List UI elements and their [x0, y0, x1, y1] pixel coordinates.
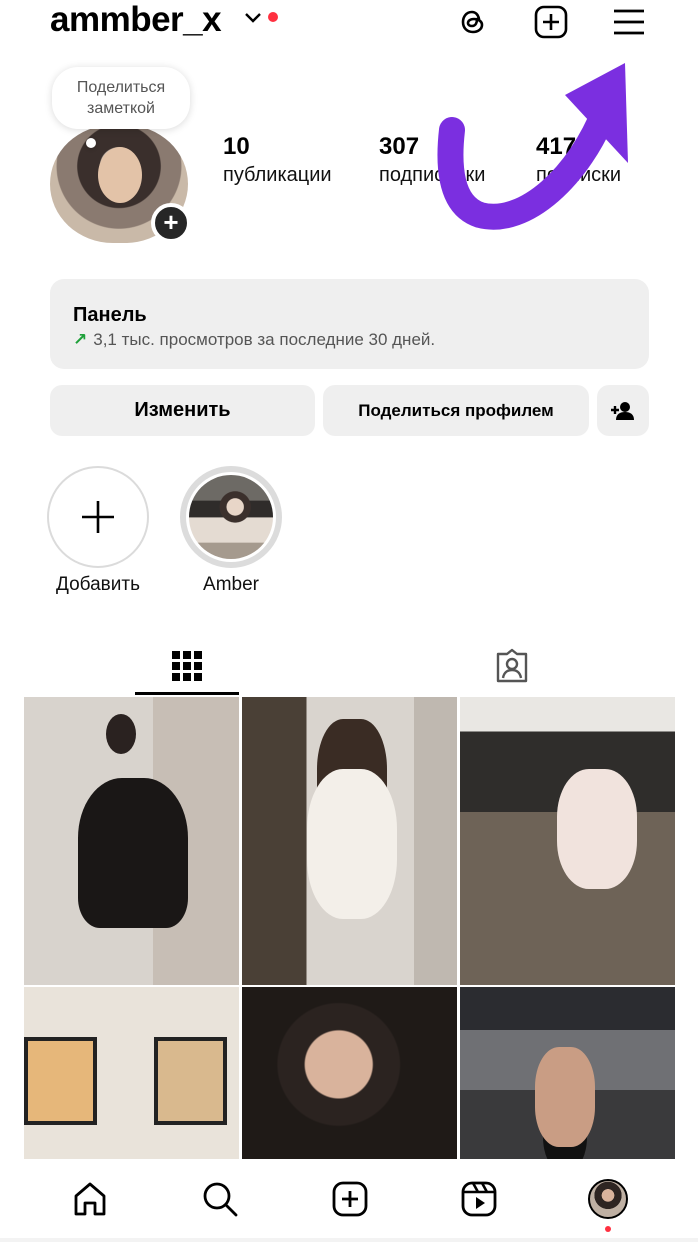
post-thumbnail[interactable]	[460, 697, 675, 985]
create-icon[interactable]	[328, 1177, 372, 1221]
search-icon[interactable]	[198, 1177, 242, 1221]
home-icon[interactable]	[68, 1177, 112, 1221]
stat-posts-value: 10	[223, 133, 250, 160]
profile-avatar[interactable]: +	[50, 125, 191, 245]
dashboard-subtitle: ↗ 3,1 тыс. просмотров за последние 30 дне…	[73, 329, 649, 351]
tab-posts[interactable]	[135, 637, 239, 695]
trend-up-icon: ↗	[73, 330, 88, 349]
share-profile-button[interactable]: Поделиться профилем	[323, 385, 589, 436]
tagged-icon	[496, 648, 528, 683]
highlight-cover-image	[189, 475, 273, 559]
posts-grid-icon	[172, 651, 202, 681]
tab-tagged[interactable]	[460, 637, 564, 695]
home-indicator	[0, 1238, 698, 1242]
highlight-new[interactable]: Добавить	[47, 466, 149, 596]
profile-header: ammber_x	[0, 0, 698, 50]
discover-people-button[interactable]	[597, 385, 649, 436]
post-thumbnail[interactable]	[24, 697, 239, 985]
annotation-arrow-icon	[437, 63, 628, 230]
stat-posts-label: публикации	[223, 164, 332, 186]
create-icon[interactable]	[531, 2, 571, 42]
edit-profile-button[interactable]: Изменить	[50, 385, 315, 436]
highlight-new-label: Добавить	[56, 574, 140, 595]
add-story-icon[interactable]: +	[151, 203, 191, 243]
menu-icon[interactable]	[609, 2, 649, 42]
reels-icon[interactable]	[457, 1177, 501, 1221]
note-bubble-tail	[86, 138, 96, 148]
threads-icon[interactable]	[453, 2, 493, 42]
stat-posts[interactable]: 10 публикации	[223, 133, 332, 189]
plus-icon	[82, 501, 114, 533]
new-highlight-circle	[47, 466, 149, 568]
posts-grid	[24, 697, 675, 1159]
profile-nav-avatar[interactable]	[586, 1177, 630, 1221]
post-thumbnail[interactable]	[24, 987, 239, 1159]
post-thumbnail[interactable]	[242, 697, 457, 985]
notification-dot	[268, 12, 278, 22]
active-tab-indicator	[135, 692, 239, 695]
note-prompt[interactable]: Поделиться заметкой	[52, 67, 190, 129]
avatar	[588, 1179, 628, 1219]
add-person-icon	[611, 401, 634, 420]
dashboard-title: Панель	[73, 304, 147, 326]
highlight-amber[interactable]: Amber	[180, 466, 282, 596]
bottom-navigation	[0, 1160, 698, 1242]
highlight-amber-label: Amber	[203, 574, 259, 595]
dashboard-subtitle-text: 3,1 тыс. просмотров за последние 30 дней…	[93, 330, 436, 349]
chevron-down-icon[interactable]	[243, 10, 263, 26]
username[interactable]: ammber_x	[50, 0, 222, 40]
notification-dot	[605, 1226, 611, 1232]
highlight-amber-circle	[180, 466, 282, 568]
professional-dashboard[interactable]: Панель ↗ 3,1 тыс. просмотров за последние…	[50, 279, 649, 369]
post-thumbnail[interactable]	[460, 987, 675, 1159]
post-thumbnail[interactable]	[242, 987, 457, 1159]
